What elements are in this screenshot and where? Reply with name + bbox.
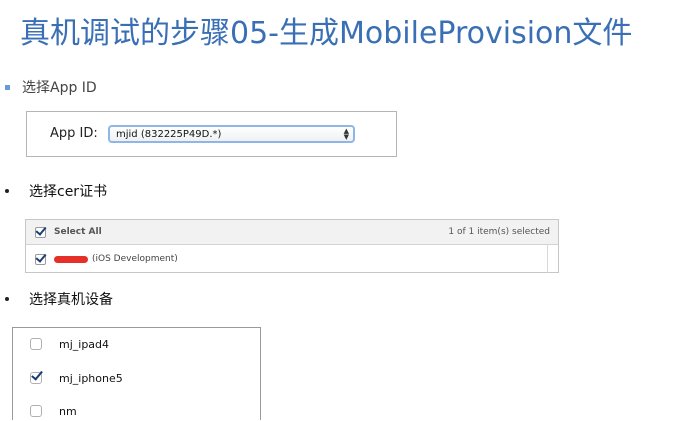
step-device-label: 选择真机设备 (29, 292, 113, 308)
select-arrows-icon: ▲ ▼ (343, 127, 349, 141)
scrollbar-track[interactable] (547, 245, 548, 273)
device-checkbox[interactable] (30, 372, 42, 384)
device-row-mj-ipad4[interactable]: mj_ipad4 (13, 334, 109, 354)
certificate-table-header: Select All 1 of 1 item(s) selected (26, 220, 558, 245)
certificate-table: Select All 1 of 1 item(s) selected (iOS … (25, 219, 559, 273)
redacted-name (54, 255, 88, 263)
select-all-checkbox[interactable] (35, 226, 46, 238)
dot-bullet-icon (5, 297, 9, 301)
certificate-checkbox[interactable] (35, 253, 46, 265)
step-cer-label: 选择cer证书 (29, 184, 108, 200)
device-checkbox[interactable] (30, 405, 42, 417)
appid-panel: App ID: mjid (832225P49D.*) ▲ ▼ (26, 111, 397, 157)
square-bullet-icon (5, 84, 10, 90)
dot-bullet-icon (5, 189, 9, 193)
device-list: mj_ipad4 mj_iphone5 nm (12, 327, 261, 420)
step-appid: 选择App ID (0, 77, 97, 97)
certificate-row[interactable]: (iOS Development) (26, 245, 558, 273)
device-name: mj_iphone5 (59, 371, 123, 385)
device-row-mj-iphone5[interactable]: mj_iphone5 (13, 368, 123, 388)
step-device: 选择真机设备 (0, 289, 113, 309)
select-all-label: Select All (54, 227, 102, 237)
page-title: 真机调试的步骤05-生成MobileProvision文件 (20, 16, 633, 51)
device-name: mj_ipad4 (59, 337, 110, 351)
step-cer: 选择cer证书 (0, 181, 107, 201)
appid-select[interactable]: mjid (832225P49D.*) ▲ ▼ (108, 125, 355, 143)
device-row-nm[interactable]: nm (13, 401, 77, 421)
selection-count: 1 of 1 item(s) selected (448, 227, 550, 237)
appid-selected-value: mjid (832225P49D.*) (116, 128, 222, 140)
certificate-name: (iOS Development) (92, 254, 178, 264)
step-appid-label: 选择App ID (22, 80, 97, 96)
device-name: nm (59, 404, 77, 418)
device-checkbox[interactable] (30, 338, 42, 350)
appid-label: App ID: (50, 126, 98, 141)
